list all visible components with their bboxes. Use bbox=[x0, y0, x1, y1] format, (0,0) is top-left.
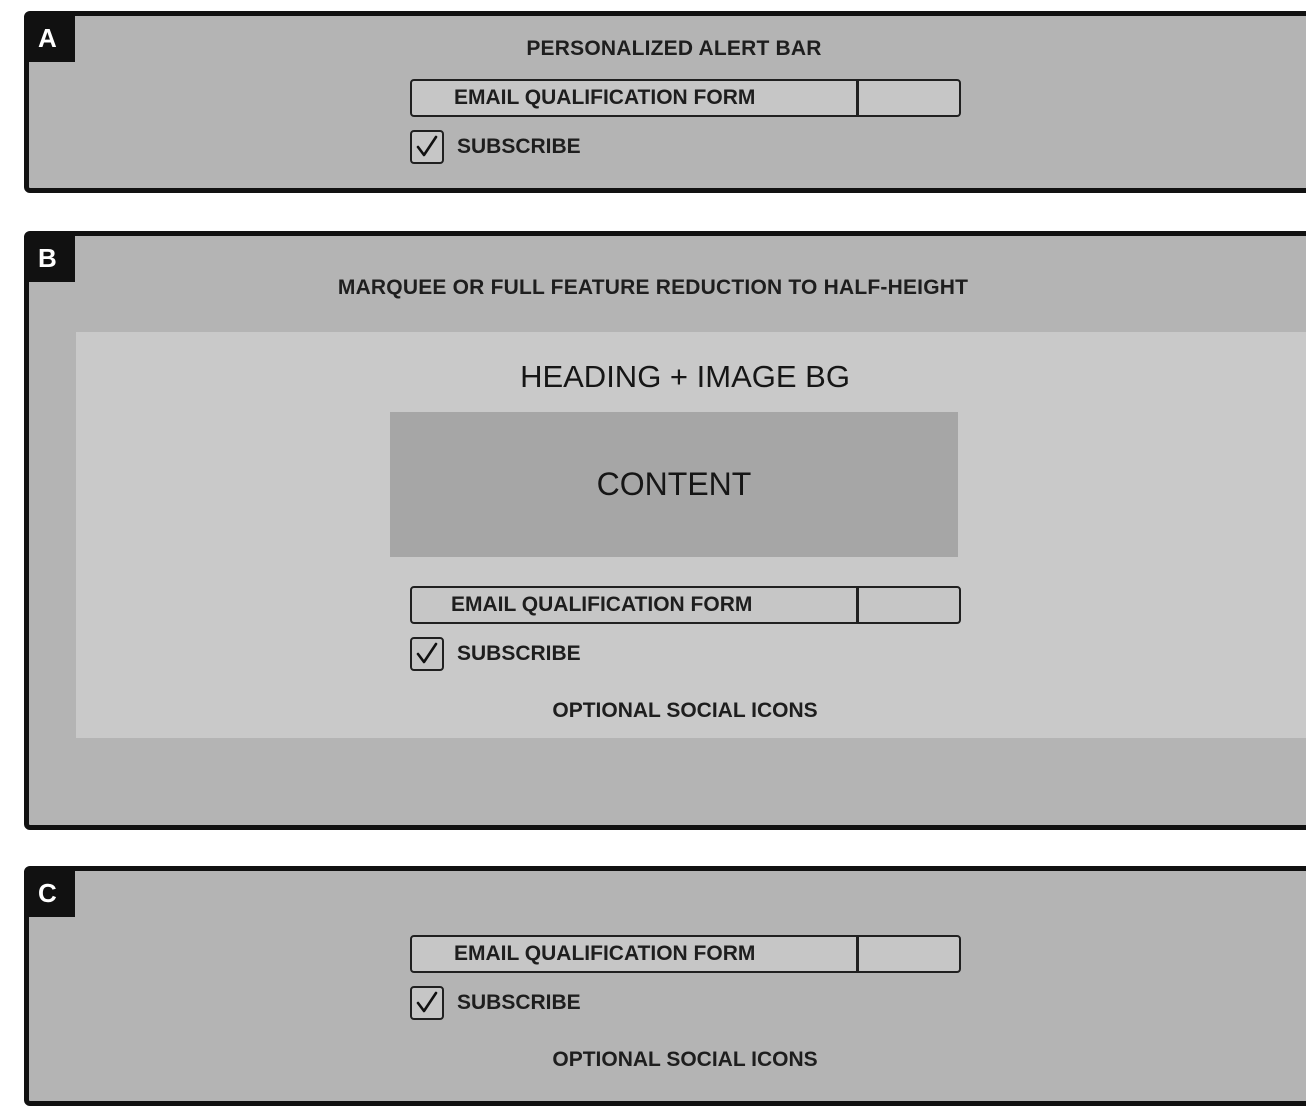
subscribe-checkbox-a[interactable] bbox=[410, 130, 444, 164]
email-field-a[interactable]: EMAIL QUALIFICATION FORM bbox=[410, 79, 858, 117]
checkmark-icon bbox=[416, 642, 438, 664]
social-icons-label-c: OPTIONAL SOCIAL ICONS bbox=[552, 1048, 818, 1071]
subscribe-label-b: SUBSCRIBE bbox=[457, 642, 581, 665]
email-form-row-a: EMAIL QUALIFICATION FORM bbox=[410, 79, 962, 117]
panel-c-compact: C EMAIL QUALIFICATION FORM SUBSCRIBE OPT… bbox=[24, 866, 1306, 1106]
content-block: CONTENT bbox=[390, 412, 958, 557]
submit-button-b[interactable] bbox=[857, 586, 961, 624]
subscribe-checkbox-c[interactable] bbox=[410, 986, 444, 1020]
feature-heading: HEADING + IMAGE BG bbox=[520, 359, 850, 394]
panel-a-title: PERSONALIZED ALERT BAR bbox=[526, 37, 822, 60]
email-field-c[interactable]: EMAIL QUALIFICATION FORM bbox=[410, 935, 858, 973]
email-form-row-b: EMAIL QUALIFICATION FORM bbox=[410, 586, 962, 624]
panel-b-feature: B MARQUEE OR FULL FEATURE REDUCTION TO H… bbox=[24, 231, 1306, 830]
checkmark-icon bbox=[416, 991, 438, 1013]
submit-button-c[interactable] bbox=[857, 935, 961, 973]
subscribe-row-c: SUBSCRIBE bbox=[410, 984, 581, 1022]
email-form-row-c: EMAIL QUALIFICATION FORM bbox=[410, 935, 962, 973]
subscribe-row-b: SUBSCRIBE bbox=[410, 635, 581, 673]
submit-button-a[interactable] bbox=[857, 79, 961, 117]
subscribe-label-c: SUBSCRIBE bbox=[457, 991, 581, 1014]
subscribe-checkbox-b[interactable] bbox=[410, 637, 444, 671]
checkmark-icon bbox=[416, 135, 438, 157]
content-label: CONTENT bbox=[596, 466, 752, 502]
subscribe-row-a: SUBSCRIBE bbox=[410, 128, 581, 166]
panel-c-label: C bbox=[29, 871, 75, 917]
feature-area: HEADING + IMAGE BG CONTENT bbox=[76, 332, 1306, 738]
social-icons-label-b: OPTIONAL SOCIAL ICONS bbox=[552, 699, 818, 722]
panel-b-title: MARQUEE OR FULL FEATURE REDUCTION TO HAL… bbox=[337, 276, 969, 299]
subscribe-label-a: SUBSCRIBE bbox=[457, 135, 581, 158]
email-field-b[interactable]: EMAIL QUALIFICATION FORM bbox=[410, 586, 858, 624]
panel-a-alert-bar: A PERSONALIZED ALERT BAR EMAIL QUALIFICA… bbox=[24, 11, 1306, 193]
